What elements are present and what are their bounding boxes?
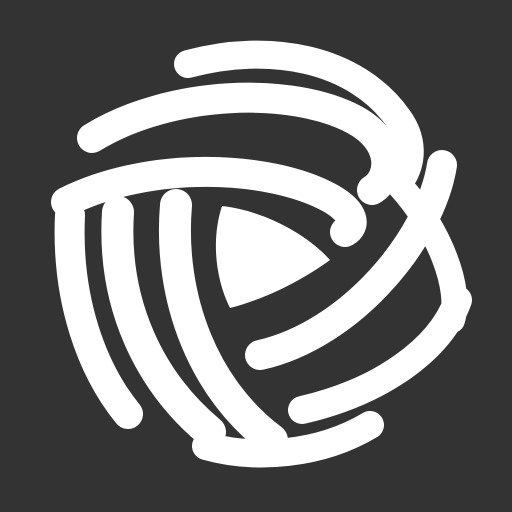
yarn-ball-icon	[51, 40, 472, 468]
yarn-strand-bottom	[192, 411, 384, 468]
yarn-center-leaf	[215, 206, 330, 308]
app-icon-canvas	[0, 0, 512, 512]
